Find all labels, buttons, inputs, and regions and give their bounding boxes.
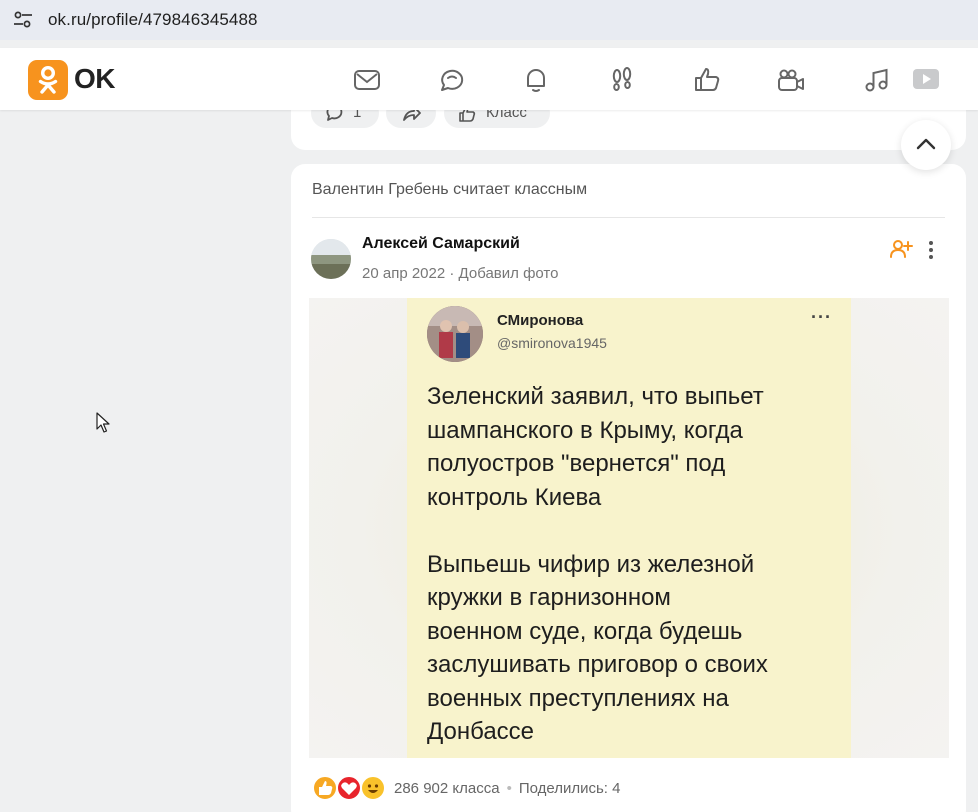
feed-post-card: Валентин Гребень считает классным Алексе… — [291, 164, 966, 812]
like-reaction-icon — [312, 775, 338, 801]
post-stats: 286 902 класса • Поделились: 4 — [394, 780, 620, 797]
heart-reaction-icon — [336, 775, 362, 801]
tweet-screenshot: СМиронова @smironova1945 ··· Зеленский з… — [407, 298, 851, 758]
shares-count[interactable]: Поделились: 4 — [519, 780, 621, 797]
post-action: Добавил фото — [458, 265, 559, 282]
tweet-account-name: СМиронова — [497, 312, 584, 329]
ok-logo-icon — [38, 65, 58, 94]
guests-footprints-icon[interactable] — [607, 65, 637, 95]
tweet-avatar — [427, 306, 483, 362]
laugh-reaction-icon — [360, 775, 386, 801]
tweet-menu-icon: ··· — [811, 307, 832, 327]
site-header: OK — [0, 48, 978, 110]
more-vertical-icon — [929, 241, 933, 259]
author-avatar[interactable] — [311, 239, 351, 279]
add-friend-icon — [890, 240, 913, 258]
post-meta: 20 апр 2022 · Добавил фото — [362, 265, 558, 282]
like-icon[interactable] — [692, 65, 722, 95]
reactions-summary[interactable] — [312, 775, 392, 803]
mail-icon[interactable] — [352, 65, 382, 95]
post-date[interactable]: 20 апр 2022 — [362, 265, 445, 282]
divider — [312, 217, 945, 218]
video-camera-icon[interactable] — [776, 65, 806, 95]
ok-logo[interactable] — [28, 60, 68, 100]
music-icon[interactable] — [862, 65, 892, 95]
mouse-cursor-icon — [96, 412, 110, 433]
scroll-to-top-button[interactable] — [901, 120, 951, 170]
post-photo[interactable]: СМиронова @smironova1945 ··· Зеленский з… — [309, 298, 949, 758]
author-name[interactable]: Алексей Самарский — [362, 235, 520, 253]
tune-icon[interactable] — [13, 11, 33, 29]
likes-count[interactable]: 286 902 класса — [394, 780, 500, 797]
meta-separator: · — [449, 265, 455, 282]
video-play-icon[interactable] — [911, 64, 941, 94]
browser-toolbar: ok.ru/profile/479846345488 — [0, 0, 978, 42]
add-friend-button[interactable] — [889, 238, 913, 260]
ok-logo-text[interactable]: OK — [74, 63, 116, 95]
more-options-button[interactable] — [921, 239, 941, 261]
url-text[interactable]: ok.ru/profile/479846345488 — [48, 10, 258, 30]
tweet-account-handle: @smironova1945 — [497, 335, 607, 351]
post-context[interactable]: Валентин Гребень считает классным — [312, 181, 587, 199]
chat-icon[interactable] — [437, 65, 467, 95]
stats-separator: • — [506, 780, 512, 797]
address-bar[interactable]: ok.ru/profile/479846345488 — [0, 0, 978, 40]
chevron-up-icon — [916, 138, 936, 150]
bell-icon[interactable] — [521, 65, 551, 95]
tweet-text: Зеленский заявил, что выпьет шампанского… — [427, 383, 768, 745]
